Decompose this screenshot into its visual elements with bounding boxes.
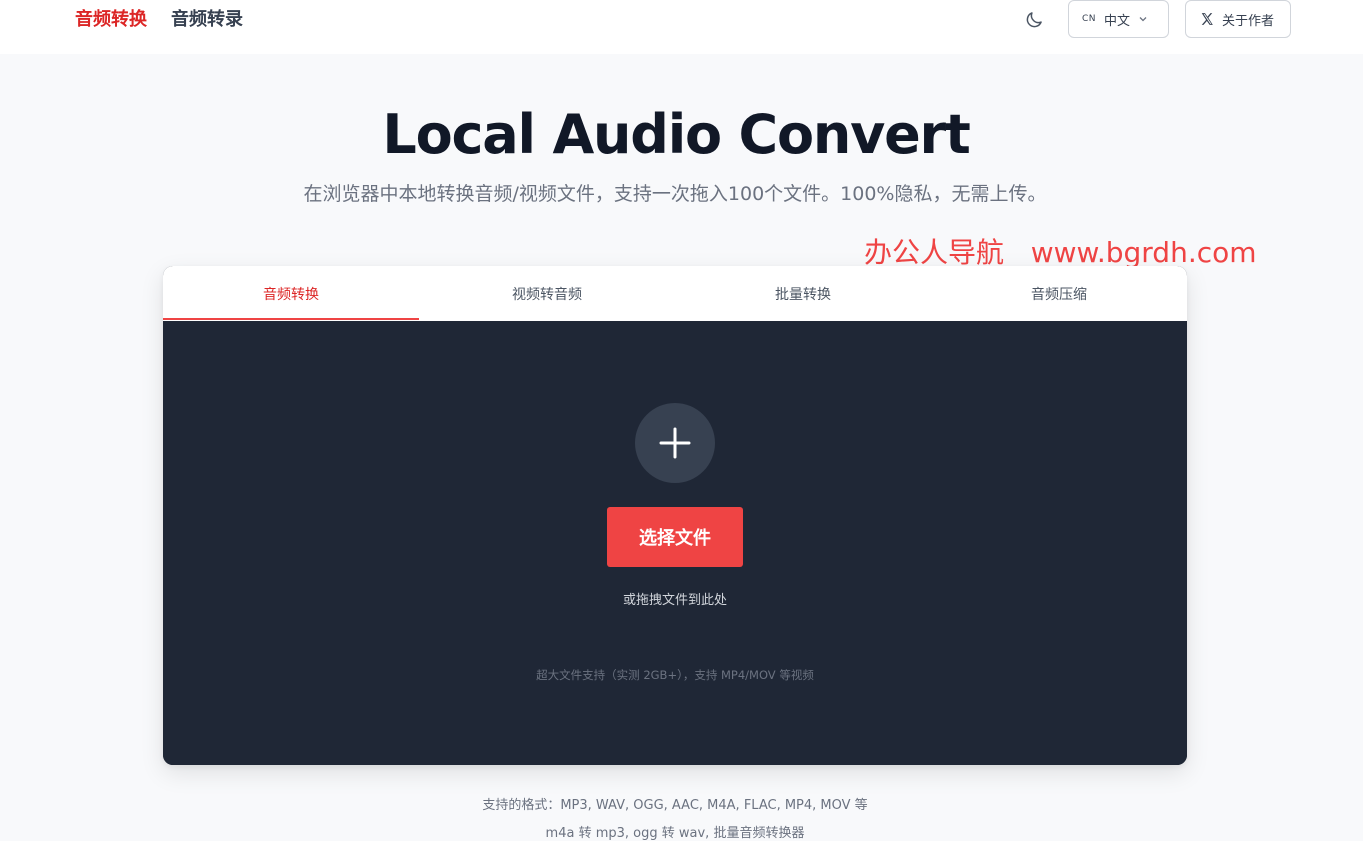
tab-video-to-audio[interactable]: 视频转音频 — [419, 266, 675, 321]
language-selector[interactable]: CN 中文 — [1068, 0, 1169, 38]
about-author-button[interactable]: 关于作者 — [1185, 0, 1291, 38]
converter-tabs: 音频转换 视频转音频 批量转换 音频压缩 — [163, 266, 1187, 321]
theme-toggle-button[interactable] — [1020, 6, 1048, 34]
page-title: Local Audio Convert — [382, 103, 970, 166]
tab-batch-convert[interactable]: 批量转换 — [675, 266, 931, 321]
about-author-label: 关于作者 — [1222, 13, 1275, 29]
language-label: 中文 — [1104, 13, 1131, 29]
supported-formats-text: 支持的格式：MP3, WAV, OGG, AAC, M4A, FLAC, MP4… — [482, 798, 868, 813]
plus-icon — [659, 427, 691, 459]
language-code: CN — [1082, 14, 1097, 24]
tab-audio-compress[interactable]: 音频压缩 — [931, 266, 1187, 321]
watermark-text: 办公人导航 www.bgrdh.com — [864, 236, 1257, 269]
nav-link-audio-convert[interactable]: 音频转换 — [75, 8, 147, 32]
drag-drop-hint: 或拖拽文件到此处 — [622, 593, 727, 608]
x-logo-icon — [1201, 13, 1213, 25]
page-subtitle: 在浏览器中本地转换音频/视频文件，支持一次拖入100个文件。100%隐私，无需上… — [303, 183, 1047, 205]
nav-link-audio-transcribe[interactable]: 音频转录 — [171, 8, 243, 32]
tab-audio-convert[interactable]: 音频转换 — [163, 266, 419, 321]
top-navigation-bar: 音频转换 音频转录 CN 中文 关于作者 — [0, 0, 1363, 54]
file-size-hint: 超大文件支持（实测 2GB+），支持 MP4/MOV 等视频 — [536, 668, 814, 682]
choose-file-button[interactable]: 选择文件 — [607, 507, 743, 567]
file-drop-zone[interactable]: 选择文件 或拖拽文件到此处 超大文件支持（实测 2GB+），支持 MP4/MOV… — [163, 321, 1187, 765]
converter-card: 音频转换 视频转音频 批量转换 音频压缩 选择文件 或拖拽文件到此处 超大文件支… — [163, 266, 1187, 765]
add-file-button[interactable] — [635, 403, 715, 483]
chevron-down-icon — [1139, 17, 1147, 22]
keywords-text: m4a 转 mp3, ogg 转 wav, 批量音频转换器 — [545, 826, 805, 841]
moon-icon — [1026, 12, 1042, 28]
